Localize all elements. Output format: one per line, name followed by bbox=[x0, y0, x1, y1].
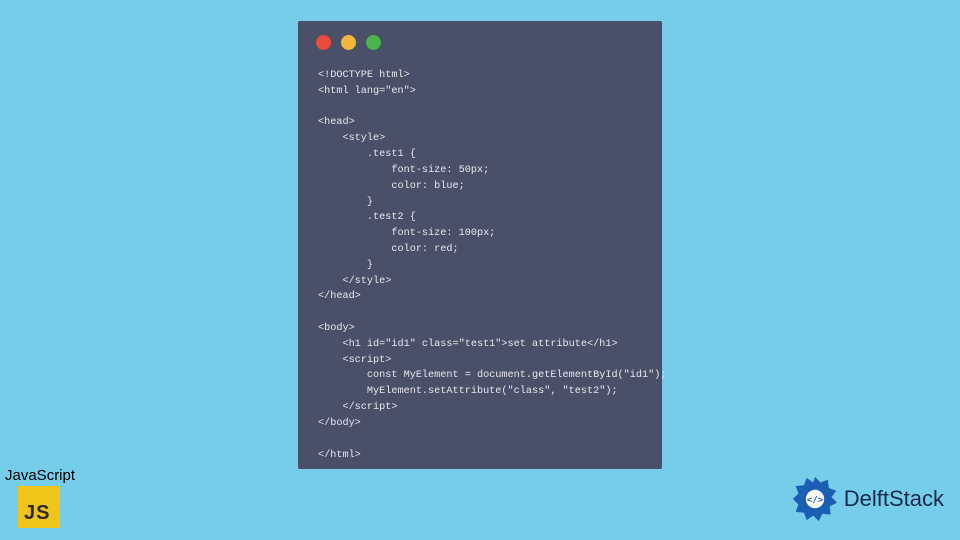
code-content: <!DOCTYPE html> <html lang="en"> <head> … bbox=[298, 60, 662, 479]
code-window: <!DOCTYPE html> <html lang="en"> <head> … bbox=[298, 21, 662, 469]
javascript-badge: JavaScript JS bbox=[4, 467, 75, 528]
maximize-icon bbox=[366, 35, 381, 50]
minimize-icon bbox=[341, 35, 356, 50]
javascript-logo-text: JS bbox=[24, 502, 50, 525]
javascript-label: JavaScript bbox=[4, 467, 75, 484]
brand-badge: </> DelftStack bbox=[792, 476, 944, 522]
brand-name: DelftStack bbox=[844, 486, 944, 512]
javascript-logo-icon: JS bbox=[18, 486, 60, 528]
close-icon bbox=[316, 35, 331, 50]
brand-logo-icon: </> bbox=[792, 476, 838, 522]
svg-text:</>: </> bbox=[806, 495, 823, 506]
window-controls bbox=[298, 21, 662, 60]
